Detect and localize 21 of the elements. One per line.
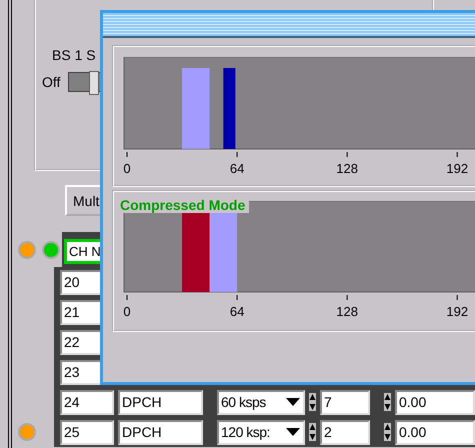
chart-label: Compressed Mode (118, 197, 250, 213)
spin-value-field[interactable]: 0.00 (395, 420, 475, 444)
channel-number-field[interactable]: 24 (60, 390, 114, 414)
axis-label: 128 (336, 161, 358, 176)
switch-label: Off (42, 74, 60, 90)
rate-dropdown[interactable]: 120 ksp: (217, 420, 305, 444)
channel-type-field[interactable]: DPCH (118, 390, 203, 414)
group-label: BS 1 S (52, 47, 96, 63)
spin-value-field[interactable]: 7 (320, 390, 370, 414)
spin-value-field[interactable]: 0.00 (395, 390, 475, 414)
channel-type-field[interactable]: DPCH (118, 420, 203, 444)
axis-label: 64 (230, 161, 244, 176)
rate-dropdown[interactable]: 60 ksps (217, 390, 305, 414)
channel-number-field[interactable]: 25 (60, 420, 114, 444)
axis-label: 192 (446, 161, 468, 176)
axis-label: 192 (446, 304, 468, 319)
axis-label: 64 (230, 304, 244, 319)
axis-label: 0 (123, 304, 131, 319)
axis-label: 128 (336, 304, 358, 319)
axis-label: 0 (123, 161, 131, 176)
spin-value-field[interactable]: 2 (320, 420, 370, 444)
